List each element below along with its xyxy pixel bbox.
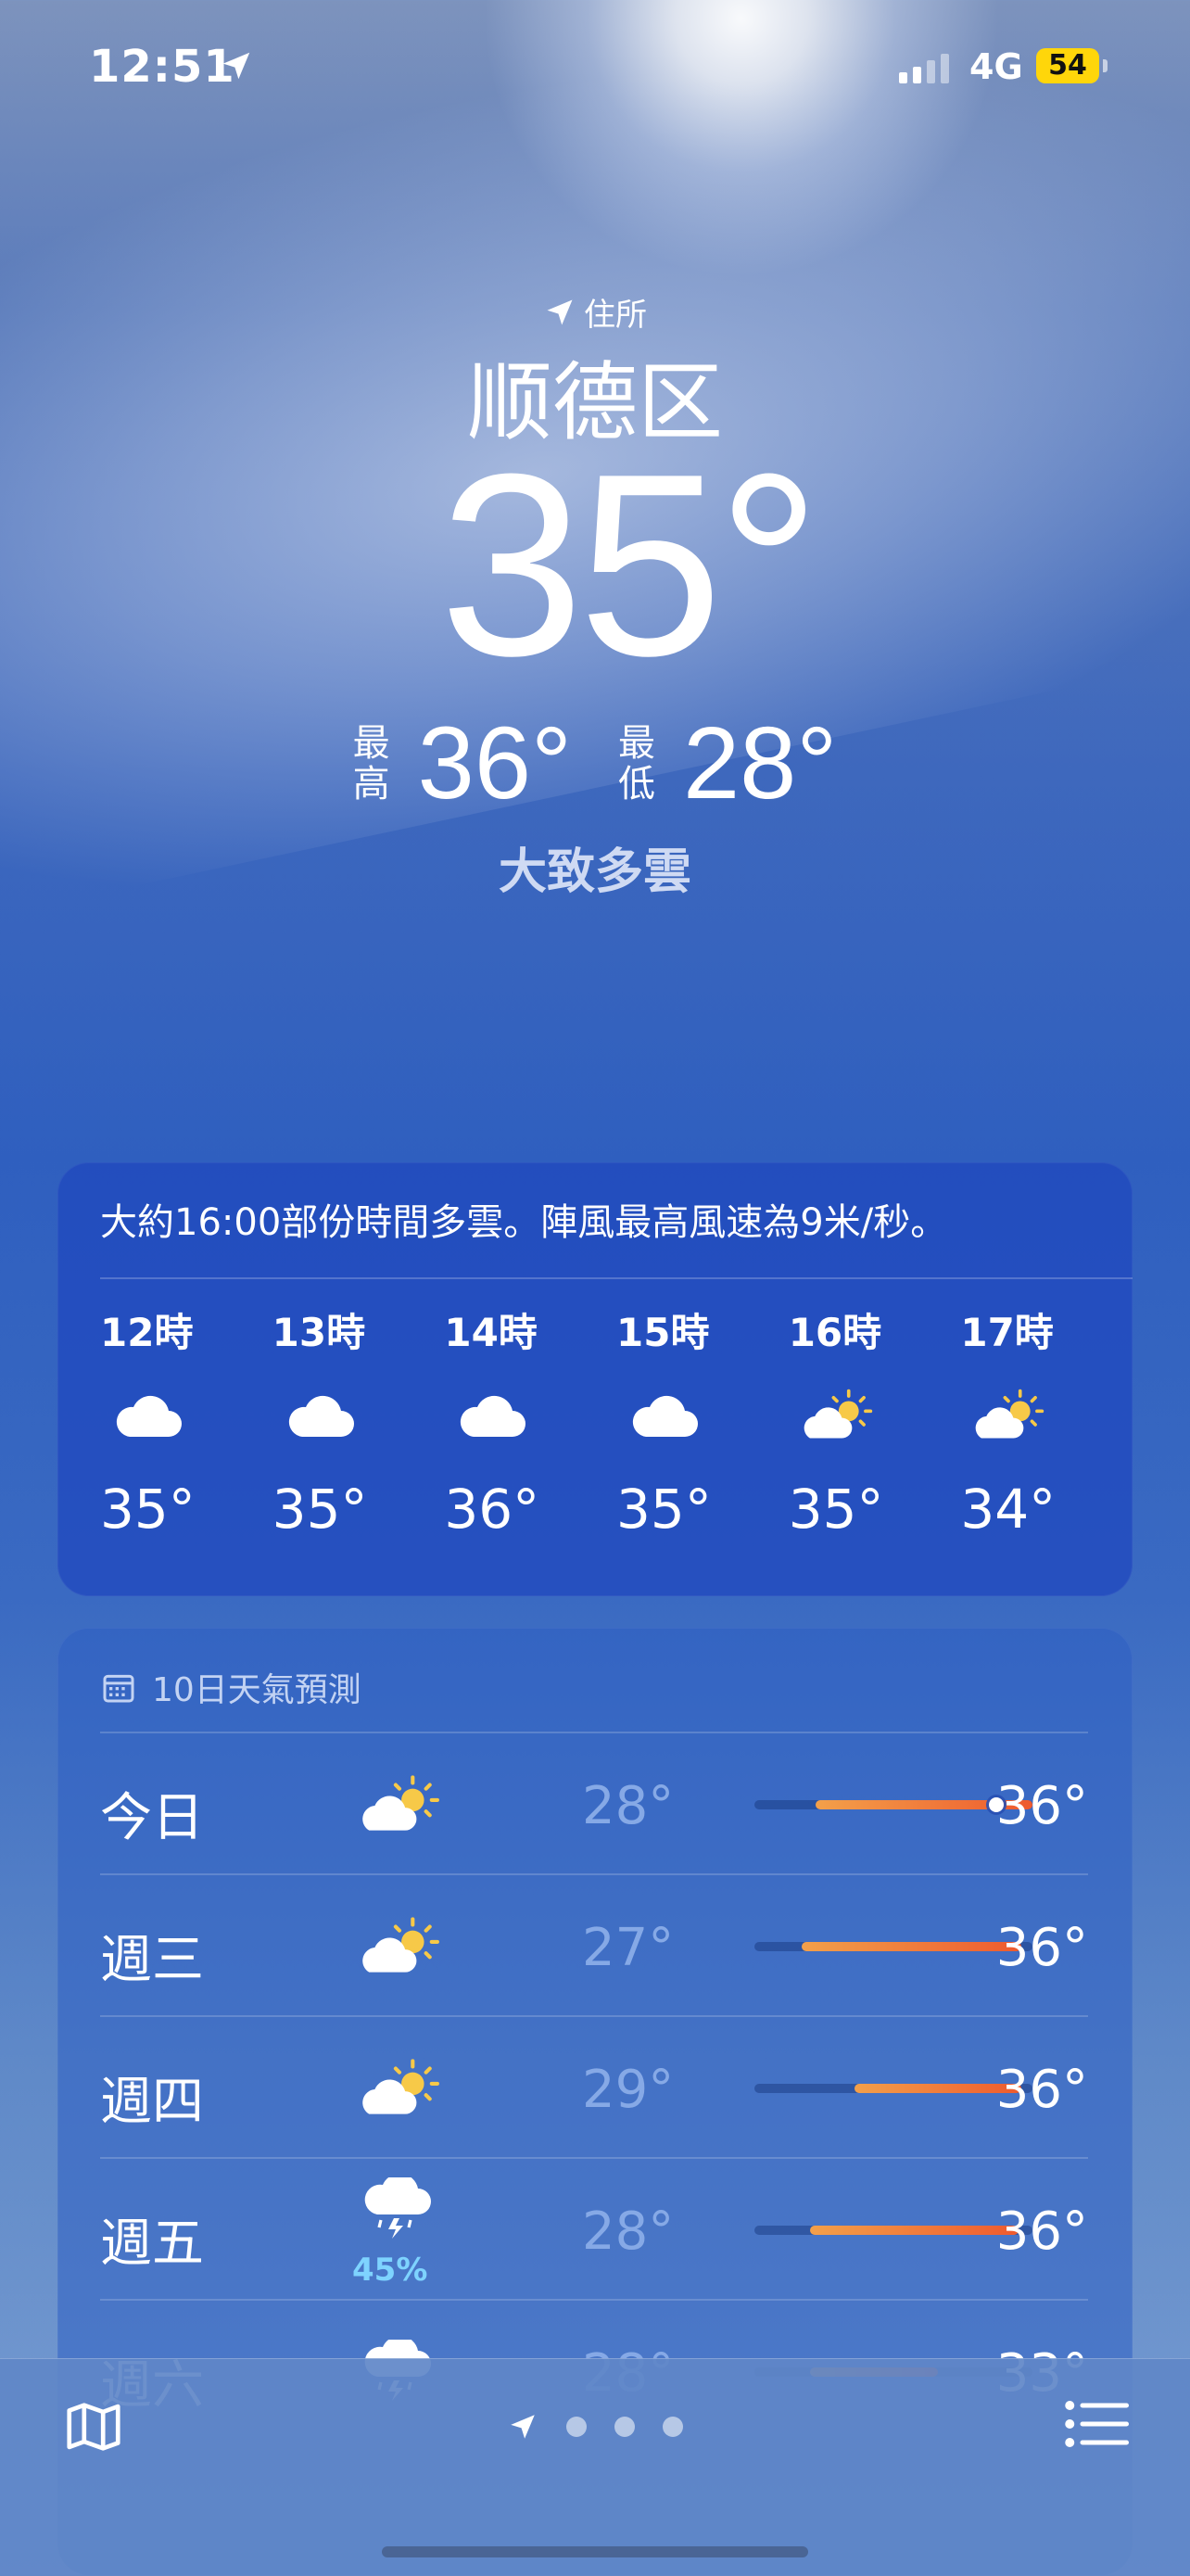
- hourly-summary: 大約16:00部份時間多雲。陣風最高風速為9米/秒。: [100, 1201, 948, 1244]
- forecast-high: 36°: [995, 2202, 1088, 2262]
- page-dot[interactable]: [566, 2417, 587, 2437]
- my-location-label: 住所: [0, 289, 1190, 335]
- hourly-forecast-card[interactable]: 大約16:00部份時間多雲。陣風最高風速為9米/秒。 12時 35° 13時 35…: [57, 1162, 1133, 1596]
- network-type: 4G: [969, 46, 1023, 87]
- high-label-2: 高: [352, 762, 390, 806]
- location-label: 住所: [584, 297, 647, 334]
- battery-cap: [1103, 59, 1108, 72]
- forecast-low: 28°: [582, 2202, 675, 2262]
- page-dot[interactable]: [614, 2417, 635, 2437]
- low-label-2: 低: [618, 762, 655, 806]
- forecast-high: 36°: [995, 1918, 1088, 1978]
- forecast-row[interactable]: 今日 28° 36°: [100, 1732, 1088, 1873]
- location-arrow-icon[interactable]: [507, 2411, 538, 2443]
- hour-label: 12時: [100, 1310, 194, 1355]
- battery-icon: 54: [1036, 48, 1099, 83]
- hour-item: 16時 35°: [789, 1301, 961, 1580]
- partly-sunny-icon: [800, 1387, 874, 1442]
- cloud-icon: [455, 1387, 529, 1442]
- page-indicator[interactable]: [0, 2411, 1190, 2443]
- forecast-day: 週五: [100, 2214, 204, 2274]
- forecast-day: 週四: [100, 2072, 204, 2132]
- partly-sunny-icon: [971, 1387, 1045, 1442]
- hour-item: 13時 35°: [272, 1301, 445, 1580]
- hour-label: 14時: [444, 1310, 538, 1355]
- hour-temp: 34°: [960, 1478, 1057, 1541]
- forecast-low: 28°: [582, 1776, 675, 1836]
- forecast-list[interactable]: 今日 28° 36° 週三 27° 36° 週四 29° 36° 週五 45% 28°: [100, 1732, 1088, 2441]
- forecast-day: 今日: [100, 1788, 204, 1848]
- current-temperature: 35°: [439, 421, 820, 710]
- page-dot[interactable]: [663, 2417, 683, 2437]
- hour-item: 12時 35°: [100, 1301, 272, 1580]
- hour-temp: 35°: [788, 1478, 884, 1541]
- partly-sunny-icon: [358, 2056, 441, 2119]
- forecast-row[interactable]: 週五 45% 28° 36°: [100, 2157, 1088, 2299]
- location-arrow-icon: [222, 52, 250, 80]
- precip-chance: 45%: [352, 2252, 428, 2289]
- cloud-icon: [284, 1387, 358, 1442]
- forecast-row[interactable]: 週四 29° 36°: [100, 2015, 1088, 2157]
- temp-range-bar: [754, 1942, 1032, 1951]
- temp-range-fill: [802, 1942, 1021, 1951]
- thunderstorm-icon: [358, 2173, 441, 2240]
- high-low: 最 高 36° 最 低 28°: [0, 704, 1190, 822]
- hour-temp: 35°: [616, 1478, 712, 1541]
- hour-label: 13時: [272, 1310, 366, 1355]
- hour-item: 14時 36°: [444, 1301, 616, 1580]
- high-temp: 36°: [417, 706, 572, 820]
- hour-label: 16時: [788, 1310, 882, 1355]
- forecast-low: 27°: [582, 1918, 675, 1978]
- cloud-icon: [111, 1387, 185, 1442]
- low-temp: 28°: [683, 706, 838, 820]
- hour-temp: 35°: [100, 1478, 196, 1541]
- forecast-row[interactable]: 週三 27° 36°: [100, 1873, 1088, 2015]
- low-label-1: 最: [618, 721, 655, 765]
- location-arrow-icon: [547, 299, 573, 324]
- home-indicator[interactable]: [382, 2546, 808, 2557]
- forecast-day: 週三: [100, 1930, 204, 1990]
- hour-label: 17時: [960, 1310, 1054, 1355]
- cloud-icon: [627, 1387, 702, 1442]
- forecast-high: 36°: [995, 2060, 1088, 2120]
- hour-item: 17時 34°: [960, 1301, 1133, 1580]
- temp-range-bar: [754, 1797, 1032, 1812]
- signal-icon: [899, 54, 949, 83]
- bottom-toolbar: [0, 2358, 1190, 2576]
- forecast-header: 10日天氣預測: [100, 1663, 361, 1711]
- temp-range-bar: [754, 2084, 1032, 2093]
- forecast-title: 10日天氣預測: [152, 1671, 361, 1709]
- partly-sunny-icon: [358, 1772, 441, 1835]
- high-label-1: 最: [352, 721, 390, 765]
- forecast-low: 29°: [582, 2060, 675, 2120]
- high-label: 最 高: [353, 723, 390, 805]
- forecast-high: 36°: [995, 1776, 1088, 1836]
- calendar-icon: [103, 1674, 134, 1703]
- hour-item: 15時 35°: [616, 1301, 789, 1580]
- temp-range-fill: [810, 2226, 1019, 2235]
- hour-temp: 36°: [444, 1478, 540, 1541]
- hour-temp: 35°: [272, 1478, 368, 1541]
- hour-label: 15時: [616, 1310, 710, 1355]
- card-divider: [100, 1277, 1133, 1279]
- partly-sunny-icon: [358, 1914, 441, 1977]
- low-label: 最 低: [618, 723, 655, 805]
- status-time: 12:51: [89, 41, 235, 93]
- status-bar: 12:51 4G 54: [0, 0, 1190, 130]
- temp-range-bar: [754, 2226, 1032, 2235]
- hourly-list[interactable]: 12時 35° 13時 35° 14時 36° 15時 35° 16時 35° 17時 3…: [100, 1301, 1133, 1580]
- condition-text: 大致多雲: [498, 844, 691, 900]
- list-icon[interactable]: [1064, 2398, 1129, 2450]
